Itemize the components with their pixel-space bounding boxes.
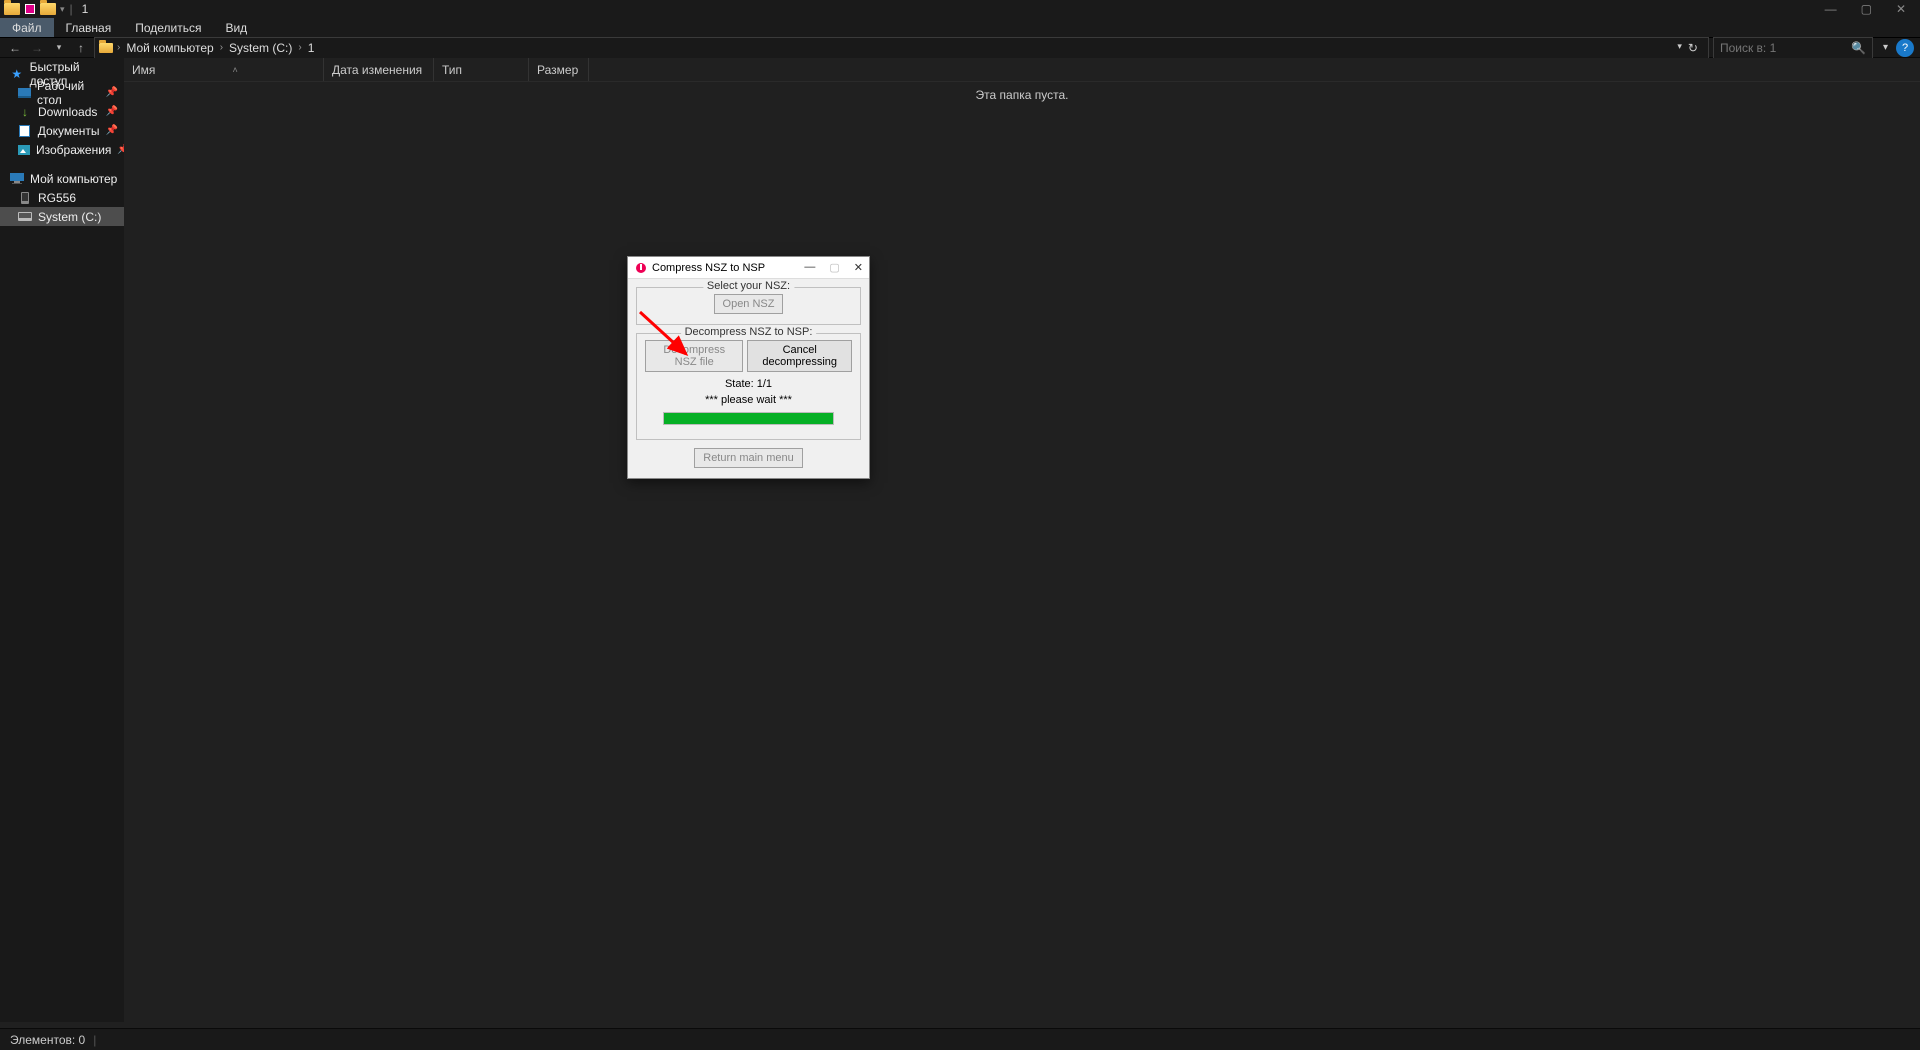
progress-fill [664,413,833,424]
sidebar-downloads[interactable]: ↓ Downloads 📌 [0,102,124,121]
dialog-app-icon [634,261,648,275]
return-main-menu-button: Return main menu [694,448,803,468]
sidebar-item-label: System (C:) [38,210,101,224]
download-icon: ↓ [18,106,32,118]
status-items: Элементов: 0 [10,1033,85,1047]
app-icon [22,2,38,16]
status-bar: Элементов: 0 | [0,1028,1920,1050]
sidebar-rg556[interactable]: RG556 [0,188,124,207]
dialog-close-button[interactable]: ✕ [854,261,863,274]
tab-file[interactable]: Файл [0,18,54,37]
help-button[interactable]: ? [1896,39,1914,57]
wait-text: *** please wait *** [645,394,852,406]
drive-icon [18,211,32,223]
close-button[interactable]: ✕ [1896,2,1906,16]
sidebar-documents[interactable]: Документы 📌 [0,121,124,140]
folder-icon-2 [40,2,56,16]
sidebar-pictures[interactable]: Изображения 📌 [0,140,124,159]
tab-share[interactable]: Поделиться [123,18,213,37]
search-icon[interactable]: 🔍 [1851,41,1866,55]
column-name[interactable]: Имя ˄ [124,58,324,81]
dialog-title: Compress NSZ to NSP [652,262,765,274]
recent-chevron-icon[interactable]: ▾ [50,39,68,57]
forward-button[interactable]: → [28,39,46,57]
window-title: 1 [82,2,89,16]
decompress-legend: Decompress NSZ to NSP: [681,326,817,338]
sidebar-item-label: Документы [38,124,100,138]
dialog-maximize-button: ▢ [829,261,839,274]
decompress-button: Decompress NSZ file [645,340,743,372]
title-bar: ▾ | 1 — ▢ ✕ [0,0,1920,18]
chevron-right-icon[interactable]: › [220,42,223,53]
computer-icon [10,173,24,185]
pin-icon: 📌 [106,106,118,117]
device-icon [18,192,32,204]
folder-icon [4,2,20,16]
qat: ▾ | 1 [4,2,88,16]
dialog-body: Select your NSZ: Open NSZ Decompress NSZ… [628,279,869,478]
nav-bar: ← → ▾ ↑ › Мой компьютер › System (C:) › … [0,38,1920,58]
ribbon-tabs: Файл Главная Поделиться Вид [0,18,1920,38]
pin-icon: 📌 [106,125,118,136]
decompress-fieldset: Decompress NSZ to NSP: Decompress NSZ fi… [636,333,861,440]
sidebar-item-label: Мой компьютер [30,172,117,186]
compress-dialog: Compress NSZ to NSP — ▢ ✕ Select your NS… [627,256,870,479]
chevron-right-icon[interactable]: › [117,42,120,53]
content-pane: Имя ˄ Дата изменения Тип Размер Эта папка… [124,58,1920,1022]
column-type[interactable]: Тип [434,58,529,81]
dialog-titlebar: Compress NSZ to NSP — ▢ ✕ [628,257,869,279]
pictures-icon [18,144,30,156]
column-label: Имя [132,63,155,77]
crumb-folder[interactable]: 1 [306,41,317,55]
address-chevron-icon[interactable]: ▾ [1677,41,1682,55]
crumb-mypc[interactable]: Мой компьютер [124,41,215,55]
sidebar-item-label: Изображения [36,143,111,157]
sidebar-system-c[interactable]: System (C:) [0,207,124,226]
documents-icon [18,125,32,137]
column-headers: Имя ˄ Дата изменения Тип Размер [124,58,1920,82]
sidebar-item-label: Рабочий стол [37,79,100,107]
tab-main[interactable]: Главная [54,18,124,37]
desktop-icon [18,87,31,99]
star-icon: ★ [10,68,24,80]
search-input[interactable] [1720,41,1851,55]
ribbon-chevron-icon[interactable]: ▾ [1883,42,1888,53]
window-controls: — ▢ ✕ [1825,2,1916,16]
column-date[interactable]: Дата изменения [324,58,434,81]
empty-folder-text: Эта папка пуста. [124,88,1920,102]
back-button[interactable]: ← [6,39,24,57]
select-legend: Select your NSZ: [703,280,794,292]
sort-icon: ˄ [233,65,238,75]
sidebar-my-computer[interactable]: Мой компьютер [0,169,124,188]
open-nsz-button: Open NSZ [714,294,784,314]
dialog-window-controls: — ▢ ✕ [804,261,863,274]
progress-bar [663,412,834,425]
refresh-button[interactable]: ↻ [1688,41,1698,55]
search-box[interactable]: 🔍 [1713,37,1873,59]
sidebar: ★ Быстрый доступ Рабочий стол 📌 ↓ Downlo… [0,58,124,1022]
folder-icon [99,42,113,54]
address-bar[interactable]: › Мой компьютер › System (C:) › 1 ▾ ↻ [94,37,1709,59]
sidebar-item-label: RG556 [38,191,76,205]
crumb-drive[interactable]: System (C:) [227,41,294,55]
maximize-button[interactable]: ▢ [1861,2,1872,16]
column-size[interactable]: Размер [529,58,589,81]
chevron-right-icon[interactable]: › [298,42,301,53]
up-button[interactable]: ↑ [72,39,90,57]
sidebar-item-label: Downloads [38,105,97,119]
tab-view[interactable]: Вид [213,18,259,37]
state-text: State: 1/1 [645,378,852,390]
qat-chevron-icon[interactable]: ▾ [60,4,65,15]
dialog-minimize-button[interactable]: — [804,261,815,274]
cancel-decompress-button[interactable]: Cancel decompressing [747,340,852,372]
status-divider: | [93,1033,96,1047]
pin-icon: 📌 [106,87,118,98]
select-fieldset: Select your NSZ: Open NSZ [636,287,861,325]
main-area: ★ Быстрый доступ Рабочий стол 📌 ↓ Downlo… [0,58,1920,1022]
qat-divider: | [70,2,73,16]
minimize-button[interactable]: — [1825,2,1837,16]
